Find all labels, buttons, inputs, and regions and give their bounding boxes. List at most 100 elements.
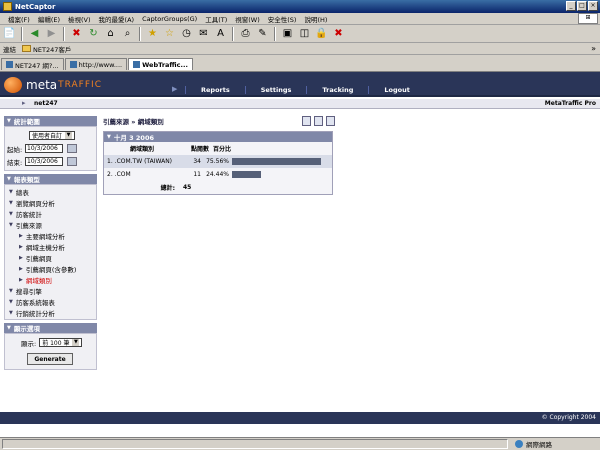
range-select[interactable]: 使用者自訂 ▼ <box>29 131 76 140</box>
link-net247-clients[interactable]: NET247客戶 <box>33 44 71 54</box>
stats-range-header[interactable]: ▼ 統計範圍 <box>4 116 97 126</box>
col-percent[interactable]: 百分比 <box>209 144 237 153</box>
windows-logo-icon: ⊞ <box>578 13 598 24</box>
sidebar-item-top-domains[interactable]: ▶ 主要網域分析 <box>7 230 94 241</box>
close-window-button[interactable]: × <box>588 1 598 11</box>
home-icon[interactable]: ⌂ <box>103 26 118 41</box>
back-icon[interactable]: ◀ <box>27 26 42 41</box>
tab-net247[interactable]: NET247 網?... <box>1 58 64 70</box>
tab-webtraffic[interactable]: WebTraffic... <box>128 58 193 70</box>
row-hits: 11 <box>193 171 201 178</box>
toolbar-separator <box>21 26 23 41</box>
display-count-select[interactable]: 前 100 筆 ▼ <box>39 338 83 347</box>
tab-bar: NET247 網?... http://www.... WebTraffic..… <box>0 57 600 70</box>
row-domain[interactable]: 1. .COM.TW (TAIWAN) <box>104 158 179 165</box>
sidebar: ▼ 統計範圍 使用者自訂 ▼ 起始: 10/3/2006 結束: 10/3/2006… <box>4 116 97 370</box>
calendar-icon[interactable] <box>67 144 77 153</box>
edit-icon[interactable]: ✎ <box>255 26 270 41</box>
menu-security[interactable]: 安全性(S) <box>264 14 301 24</box>
menu-favorites[interactable]: 我的最愛(A) <box>95 14 139 24</box>
toolbar-separator <box>139 26 141 41</box>
favorites-icon[interactable]: ★ <box>145 26 160 41</box>
menu-file[interactable]: 檔案(F) <box>4 14 34 24</box>
logo-orb-icon <box>4 76 22 93</box>
sidebar-item-summary[interactable]: ▼ 總表 <box>7 186 94 197</box>
app-icon <box>3 2 12 11</box>
row-percent: 24.44% <box>206 171 229 178</box>
product-name: MetaTraffic Pro <box>544 100 596 107</box>
col-hits[interactable]: 點閱數 <box>179 144 209 153</box>
sidebar-item-visitors[interactable]: ▼ 訪客統計 <box>7 208 94 219</box>
sidebar-item-referrers[interactable]: ▼ 引薦來源 <box>7 219 94 230</box>
sidebar-item-pages[interactable]: ▼ 瀏覽網頁分析 <box>7 197 94 208</box>
menu-view[interactable]: 檢視(V) <box>64 14 95 24</box>
search-icon[interactable]: ⌕ <box>120 26 135 41</box>
row-hits: 34 <box>193 158 201 165</box>
tab-http[interactable]: http://www.... <box>64 58 128 70</box>
print-icon[interactable]: ⎙ <box>238 26 253 41</box>
menu-edit[interactable]: 編輯(E) <box>34 14 64 24</box>
sidebar-item-marketing[interactable]: ▼ 行銷統計分析 <box>7 307 94 318</box>
nav-settings[interactable]: Settings <box>244 86 307 94</box>
menu-window[interactable]: 視窗(W) <box>231 14 264 24</box>
sidebar-item-domain-types[interactable]: ▶ 網域類別 <box>7 274 94 285</box>
add-favorite-icon[interactable]: ☆ <box>162 26 177 41</box>
app-header: meta TRAFFIC ▶ Reports Settings Tracking … <box>0 72 600 97</box>
triangle-down-icon: ▼ <box>9 210 13 217</box>
metatraffic-logo: meta TRAFFIC <box>4 75 144 94</box>
nav-logout[interactable]: Logout <box>368 86 424 94</box>
total-row: 總計: 45 <box>104 181 332 194</box>
page-icon <box>69 61 77 68</box>
stop-icon[interactable]: ✖ <box>69 26 84 41</box>
display-options-header[interactable]: ▼ 顯示選項 <box>4 323 97 333</box>
export-excel-icon[interactable] <box>302 116 311 126</box>
triangle-down-icon: ▼ <box>7 325 11 331</box>
report-panel: ▼ 十月 3 2006 網域類別 點閱數 百分比 1. .COM.TW (TAIW… <box>103 131 333 195</box>
calendar-icon[interactable] <box>67 157 77 166</box>
main-nav: Reports Settings Tracking Logout <box>185 86 425 94</box>
percent-bar <box>232 171 261 178</box>
refresh-icon[interactable]: ↻ <box>86 26 101 41</box>
sidebar-item-referrer-pages[interactable]: ▶ 引薦網頁 <box>7 252 94 263</box>
sidebar-item-referrer-pages-params[interactable]: ▶ 引薦網頁(含參數) <box>7 263 94 274</box>
font-icon[interactable]: A <box>213 26 228 41</box>
table-row: 2. .COM 11 24.44% <box>104 168 332 181</box>
minimize-button[interactable]: _ <box>566 1 576 11</box>
start-date-field[interactable]: 10/3/2006 <box>25 144 63 153</box>
lock-icon[interactable]: 🔒 <box>314 26 329 41</box>
close-icon[interactable]: ✖ <box>331 26 346 41</box>
status-text-pane <box>2 439 508 449</box>
row-domain[interactable]: 2. .COM <box>104 171 179 178</box>
nav-tracking[interactable]: Tracking <box>306 86 368 94</box>
new-doc-icon[interactable]: 📄 <box>2 26 17 41</box>
menu-captorgroups[interactable]: CaptorGroups(G) <box>138 15 201 23</box>
triangle-down-icon: ▼ <box>9 221 13 228</box>
col-domain-type[interactable]: 網域類別 <box>104 144 179 153</box>
triangle-down-icon: ▼ <box>9 188 13 195</box>
report-main: 引薦來源 » 網域類別 ▼ 十月 3 2006 網域類別 點閱數 百分比 1. .… <box>103 116 335 195</box>
menu-help[interactable]: 說明(H) <box>300 14 331 24</box>
chevron-right-icon[interactable]: » <box>591 44 596 53</box>
status-bar: 網際網路 <box>0 437 600 450</box>
forward-icon[interactable]: ▶ <box>44 26 59 41</box>
print-report-icon[interactable] <box>326 116 335 126</box>
split-window-icon[interactable]: ◫ <box>297 26 312 41</box>
report-type-header[interactable]: ▼ 報表類型 <box>4 174 97 184</box>
generate-button[interactable]: Generate <box>27 353 73 365</box>
sidebar-item-visitor-systems[interactable]: ▼ 訪客系統報表 <box>7 296 94 307</box>
maximize-button[interactable]: □ <box>577 1 587 11</box>
menu-tools[interactable]: 工具(T) <box>201 14 231 24</box>
end-date-field[interactable]: 10/3/2006 <box>25 157 63 166</box>
export-pdf-icon[interactable] <box>314 116 323 126</box>
sidebar-item-domain-hosts[interactable]: ▶ 網域主機分析 <box>7 241 94 252</box>
breadcrumb: 引薦來源 » 網域類別 <box>103 118 164 126</box>
table-header: 網域類別 點閱數 百分比 <box>104 142 332 155</box>
toolbar: 📄 ◀ ▶ ✖ ↻ ⌂ ⌕ ★ ☆ ◷ ✉ A ⎙ ✎ ▣ ◫ 🔒 ✖ <box>0 25 600 43</box>
window-icon[interactable]: ▣ <box>280 26 295 41</box>
percent-bar <box>232 158 322 165</box>
history-icon[interactable]: ◷ <box>179 26 194 41</box>
nav-reports[interactable]: Reports <box>185 86 245 94</box>
mail-icon[interactable]: ✉ <box>196 26 211 41</box>
sidebar-item-search-engines[interactable]: ▼ 搜尋引擎 <box>7 285 94 296</box>
chevron-right-icon: ▸ <box>22 99 26 107</box>
